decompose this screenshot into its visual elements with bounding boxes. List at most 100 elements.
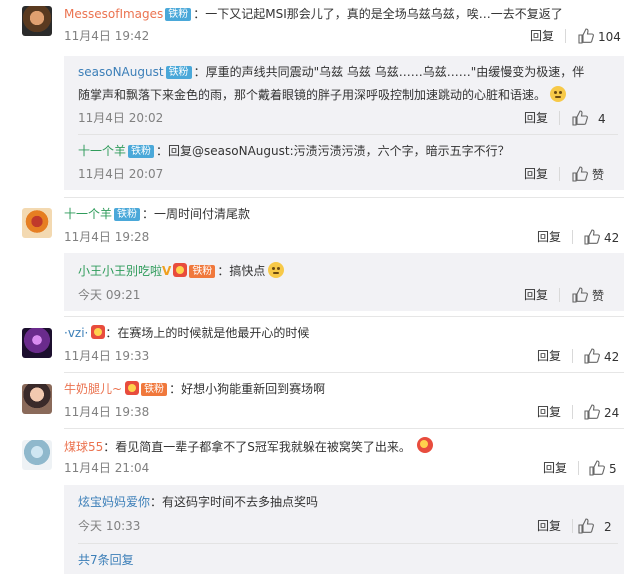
- fan-badge: 铁粉: [114, 208, 141, 221]
- reply-button[interactable]: 回复: [543, 460, 567, 476]
- avatar[interactable]: [22, 208, 52, 238]
- reply-text: 随掌声和飘落下来金色的雨，那个戴着眼镜的胖子用深呼吸控制加速跳动的心脏和语速。: [78, 88, 547, 102]
- reply-text: ：搞快点: [217, 264, 266, 278]
- divider: [572, 230, 573, 244]
- like-count: 24: [604, 406, 620, 420]
- like-count: 104: [598, 30, 621, 44]
- laugh-emoji-icon: [416, 437, 433, 453]
- timestamp: 今天 10:33: [78, 519, 141, 533]
- comment-text: ：一下又记起MSI那会儿了，真的是全场乌兹乌兹，唉…一去不复返了: [193, 7, 563, 21]
- comment-content: 煤球55：看见简直一辈子都拿不了S冠军我就躲在被窝笑了出来。: [64, 437, 433, 455]
- reply-button[interactable]: 回复: [530, 28, 554, 44]
- like-button[interactable]: 赞: [572, 166, 604, 183]
- thumb-up-icon: [572, 110, 588, 126]
- username-link[interactable]: MessesofImages: [64, 7, 163, 21]
- username-link[interactable]: 十一个羊: [64, 207, 112, 221]
- timestamp: 11月4日 21:04: [64, 461, 150, 475]
- avatar[interactable]: [22, 6, 52, 36]
- comment-content: 牛奶腿儿~ 铁粉 ：好想小狗能重新回到赛场啊: [64, 381, 325, 397]
- reply-content: 炫宝妈妈爱你：有这码字时间不去多抽点奖吗: [78, 494, 318, 510]
- like-button[interactable]: 5: [589, 460, 617, 477]
- divider: [559, 111, 560, 125]
- divider: [78, 543, 618, 544]
- like-button[interactable]: 4: [572, 110, 606, 127]
- divider: [64, 316, 624, 317]
- smile-emoji-icon: [550, 86, 567, 102]
- reply-button[interactable]: 回复: [537, 229, 561, 245]
- timestamp: 今天 09:21: [78, 288, 141, 302]
- comment-content: MessesofImages 铁粉 ：一下又记起MSI那会儿了，真的是全场乌兹乌兹，…: [64, 6, 563, 22]
- comment-text: ：看见简直一辈子都拿不了S冠军我就躲在被窝笑了出来。: [103, 440, 411, 454]
- timestamp: 11月4日 19:42: [64, 29, 150, 43]
- divider: [78, 134, 618, 135]
- username-link[interactable]: 牛奶腿儿~: [64, 382, 122, 396]
- thumb-up-icon: [589, 460, 605, 476]
- reply-text: ：回复@seasoNAugust:污渍污渍污渍，六个字，暗示五字不行？: [156, 144, 510, 158]
- reply-content: seasoNAugust 铁粉 ：厚重的声线共同震动"乌兹 乌兹 乌兹……乌兹……"…: [78, 64, 584, 80]
- thumb-up-icon: [584, 348, 600, 364]
- like-count: 4: [598, 112, 606, 126]
- reply-button[interactable]: 回复: [537, 404, 561, 420]
- like-count: 赞: [592, 168, 605, 182]
- fan-badge: 铁粉: [128, 145, 155, 158]
- thumb-up-icon: [584, 229, 600, 245]
- like-count: 42: [604, 231, 620, 245]
- fan-badge: 铁粉: [189, 265, 216, 278]
- username-link[interactable]: 煤球55: [64, 440, 103, 454]
- fan-badge: 铁粉: [141, 383, 168, 396]
- divider: [565, 29, 566, 43]
- reply-text: ：有这码字时间不去多抽点奖吗: [150, 495, 319, 509]
- reply-button[interactable]: 回复: [524, 110, 548, 126]
- divider: [559, 167, 560, 181]
- vip-icon: V: [162, 264, 172, 278]
- timestamp: 11月4日 19:28: [64, 230, 150, 244]
- divider: [572, 405, 573, 419]
- timestamp: 11月4日 20:02: [78, 111, 164, 125]
- comment-text: ：在赛场上的时候就是他最开心的时候: [105, 326, 310, 340]
- comment-content: ·vzi· ：在赛场上的时候就是他最开心的时候: [64, 325, 309, 341]
- reply-content: 十一个羊 铁粉 ：回复@seasoNAugust:污渍污渍污渍，六个字，暗示五字不行…: [78, 143, 510, 159]
- reply-content: 小王小王别吃啦V 铁粉 ：搞快点: [78, 262, 285, 279]
- thumb-up-icon: [572, 287, 588, 303]
- username-link[interactable]: ·vzi·: [64, 326, 88, 340]
- reply-button[interactable]: 回复: [537, 518, 561, 534]
- divider: [64, 428, 624, 429]
- like-button[interactable]: 42: [584, 229, 619, 246]
- comment-text: ：一周时间付清尾款: [142, 207, 251, 221]
- like-button[interactable]: 24: [584, 404, 619, 421]
- avatar[interactable]: [22, 384, 52, 414]
- username-link[interactable]: 十一个羊: [78, 144, 126, 158]
- reply-button[interactable]: 回复: [524, 287, 548, 303]
- thumb-up-icon: [578, 518, 594, 534]
- timestamp: 11月4日 19:33: [64, 349, 150, 363]
- more-replies-link[interactable]: 共7条回复: [78, 552, 134, 568]
- divider: [572, 519, 573, 533]
- avatar[interactable]: [22, 440, 52, 470]
- like-button[interactable]: 42: [584, 348, 619, 365]
- username-link[interactable]: 小王小王别吃啦: [78, 264, 162, 278]
- divider: [572, 349, 573, 363]
- fan-medal-icon: [125, 381, 140, 395]
- thumb-up-icon: [578, 28, 594, 44]
- like-button[interactable]: 2: [578, 518, 612, 535]
- fan-badge: 铁粉: [165, 66, 192, 79]
- avatar[interactable]: [22, 328, 52, 358]
- thumb-up-icon: [572, 166, 588, 182]
- like-button[interactable]: 赞: [572, 287, 604, 304]
- username-link[interactable]: seasoNAugust: [78, 65, 164, 79]
- reply-button[interactable]: 回复: [537, 348, 561, 364]
- reply-button[interactable]: 回复: [524, 166, 548, 182]
- divider: [578, 461, 579, 475]
- divider: [64, 372, 624, 373]
- fan-medal-icon: [91, 325, 106, 339]
- like-button[interactable]: 104: [578, 28, 621, 45]
- divider: [64, 197, 624, 198]
- username-link[interactable]: 炫宝妈妈爱你: [78, 495, 150, 509]
- like-count: 42: [604, 350, 620, 364]
- comment-text: ：好想小狗能重新回到赛场啊: [169, 382, 326, 396]
- reply-text: ：厚重的声线共同震动"乌兹 乌兹 乌兹……乌兹……"由缓慢变为极速，伴: [193, 65, 585, 79]
- fan-badge: 铁粉: [165, 8, 192, 21]
- like-count: 5: [609, 462, 617, 476]
- fan-medal-icon: [173, 263, 188, 277]
- like-count: 赞: [592, 289, 605, 303]
